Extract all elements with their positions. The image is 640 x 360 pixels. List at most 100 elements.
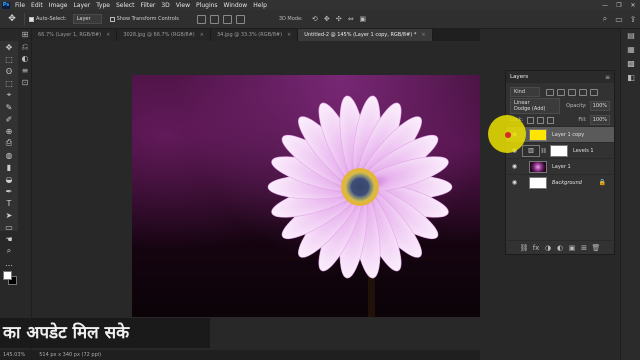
close-tab-icon[interactable]: × [421, 32, 425, 38]
color-panel-icon[interactable]: ▤ [621, 29, 640, 43]
lasso-tool-icon[interactable]: ʘ [0, 65, 18, 77]
menu-filter[interactable]: Filter [138, 2, 159, 9]
tab-document-3[interactable]: 34.jpg @ 33.3% (RGB/8#) × [210, 29, 299, 41]
menu-help[interactable]: Help [250, 2, 270, 9]
3d-slide-icon[interactable]: ⇔ [345, 15, 357, 23]
lock-all-icon[interactable] [547, 116, 555, 124]
align-center-icon[interactable] [209, 14, 219, 24]
layer-row-background[interactable]: ◉ Background 🔒 [506, 174, 614, 190]
layer-name[interactable]: Background [552, 180, 582, 186]
blend-mode-dropdown[interactable]: Linear Dodge (Add) [510, 98, 561, 114]
add-mask-icon[interactable]: ◑ [542, 244, 554, 252]
clone-stamp-tool-icon[interactable]: ⎙ [0, 137, 18, 149]
color-swatches[interactable] [0, 269, 18, 291]
3d-move-icon[interactable]: ✣ [333, 15, 345, 23]
new-layer-icon[interactable]: ⊞ [578, 244, 590, 252]
swatches-panel-icon[interactable]: ▦ [621, 43, 640, 57]
menu-layer[interactable]: Layer [70, 2, 93, 9]
layer-row-layer-1[interactable]: ◉ Layer 1 [506, 158, 614, 174]
mask-link-icon[interactable]: ⛓ [540, 148, 547, 154]
layers-panel-title[interactable]: Layers [510, 74, 528, 80]
libraries-icon[interactable]: ⊡ [18, 77, 32, 89]
history-icon[interactable]: ⊞ [18, 29, 32, 41]
marquee-tool-icon[interactable]: ⬚ [0, 53, 18, 65]
hand-tool-icon[interactable]: ☚ [0, 233, 18, 245]
path-selection-tool-icon[interactable]: ➤ [0, 209, 18, 221]
adjustment-filter-icon[interactable] [557, 88, 566, 96]
opacity-field[interactable]: 100% [589, 101, 610, 111]
smart-object-filter-icon[interactable] [590, 88, 599, 96]
crop-tool-icon[interactable]: ⌖ [0, 89, 18, 101]
history-brush-tool-icon[interactable]: ◍ [0, 149, 18, 161]
layer-mask-thumbnail[interactable] [550, 144, 568, 157]
rectangle-tool-icon[interactable]: ▭ [0, 221, 18, 233]
close-icon[interactable]: ✕ [626, 2, 640, 9]
eyedropper-tool-icon[interactable]: ✎ [0, 101, 18, 113]
menu-window[interactable]: Window [221, 2, 251, 9]
new-group-icon[interactable]: ▣ [566, 244, 578, 252]
document-canvas[interactable] [132, 75, 480, 317]
close-tab-icon[interactable]: × [106, 32, 110, 38]
menu-plugins[interactable]: Plugins [193, 2, 221, 9]
align-left-icon[interactable] [196, 14, 206, 24]
tab-document-1[interactable]: 66.7% (Layer 1, RGB/8#) × [32, 29, 118, 41]
restore-icon[interactable]: ❐ [612, 2, 626, 9]
eraser-tool-icon[interactable]: ▮ [0, 161, 18, 173]
visibility-eye-icon[interactable]: ◉ [510, 163, 519, 170]
more-tools-icon[interactable]: … [0, 257, 18, 269]
tab-document-2[interactable]: 3028.jpg @ 66.7% (RGB/8#) × [117, 29, 211, 41]
type-filter-icon[interactable] [568, 88, 577, 96]
patterns-panel-icon[interactable]: ◧ [621, 71, 640, 85]
close-tab-icon[interactable]: × [200, 32, 204, 38]
menu-edit[interactable]: Edit [28, 2, 46, 9]
filter-kind-dropdown[interactable]: Kind [510, 87, 541, 97]
layer-name[interactable]: Layer 1 copy [552, 132, 584, 138]
show-transform-controls-checkbox[interactable]: Show Transform Controls [109, 16, 179, 22]
adjustments-icon[interactable]: ◐ [18, 53, 32, 65]
minimize-icon[interactable]: — [598, 2, 612, 9]
lock-icon[interactable]: 🔒 [599, 179, 606, 186]
visibility-eye-icon[interactable]: ◉ [510, 179, 519, 186]
menu-image[interactable]: Image [46, 2, 71, 9]
auto-select-checkbox[interactable]: Auto-Select: [29, 16, 67, 22]
gradient-tool-icon[interactable]: ◒ [0, 173, 18, 185]
workspace-icon[interactable]: ▭ [612, 15, 626, 24]
zoom-level[interactable]: 145.03% [3, 352, 25, 358]
lock-pixels-icon[interactable] [527, 116, 535, 124]
delete-layer-icon[interactable]: 🗑 [590, 244, 602, 252]
new-adjustment-layer-icon[interactable]: ◐ [554, 244, 566, 252]
share-icon[interactable]: ⇪ [626, 15, 640, 24]
auto-select-target-dropdown[interactable]: Layer [72, 14, 102, 24]
zoom-tool-icon[interactable]: ⌕ [0, 245, 18, 257]
menu-file[interactable]: File [12, 2, 28, 9]
pixel-filter-icon[interactable] [546, 88, 555, 96]
align-right-icon[interactable] [222, 14, 232, 24]
3d-scale-icon[interactable]: ▣ [357, 15, 369, 23]
object-select-tool-icon[interactable]: ⬚ [0, 77, 18, 89]
menu-view[interactable]: View [173, 2, 193, 9]
healing-brush-tool-icon[interactable]: ✐ [0, 113, 18, 125]
search-icon[interactable]: ⌕ [598, 14, 612, 24]
menu-select[interactable]: Select [113, 2, 138, 9]
actions-icon[interactable]: ⎌ [18, 41, 32, 53]
brush-tool-icon[interactable]: ⊕ [0, 125, 18, 137]
gradients-panel-icon[interactable]: ▩ [621, 57, 640, 71]
menu-type[interactable]: Type [93, 2, 113, 9]
layer-style-icon[interactable]: fx [530, 244, 542, 252]
layer-name[interactable]: Levels 1 [573, 148, 594, 154]
fill-field[interactable]: 100% [589, 115, 610, 125]
document-workspace[interactable] [32, 41, 480, 350]
close-tab-icon[interactable]: × [287, 32, 291, 38]
properties-icon[interactable]: ≡ [18, 65, 32, 77]
3d-rotate-icon[interactable]: ⟲ [309, 15, 321, 23]
tab-document-active[interactable]: Untitled-2 @ 145% (Layer 1 copy, RGB/8#)… [298, 29, 433, 41]
foreground-color-swatch[interactable] [3, 271, 12, 280]
type-tool-icon[interactable]: T [0, 197, 18, 209]
3d-pan-icon[interactable]: ✥ [321, 15, 333, 23]
move-tool-icon[interactable]: ✥ [0, 41, 18, 53]
shape-filter-icon[interactable] [579, 88, 588, 96]
pen-tool-icon[interactable]: ✒ [0, 185, 18, 197]
lock-position-icon[interactable] [537, 116, 545, 124]
panel-menu-icon[interactable]: ≡ [605, 74, 610, 81]
layer-name[interactable]: Layer 1 [552, 164, 571, 170]
